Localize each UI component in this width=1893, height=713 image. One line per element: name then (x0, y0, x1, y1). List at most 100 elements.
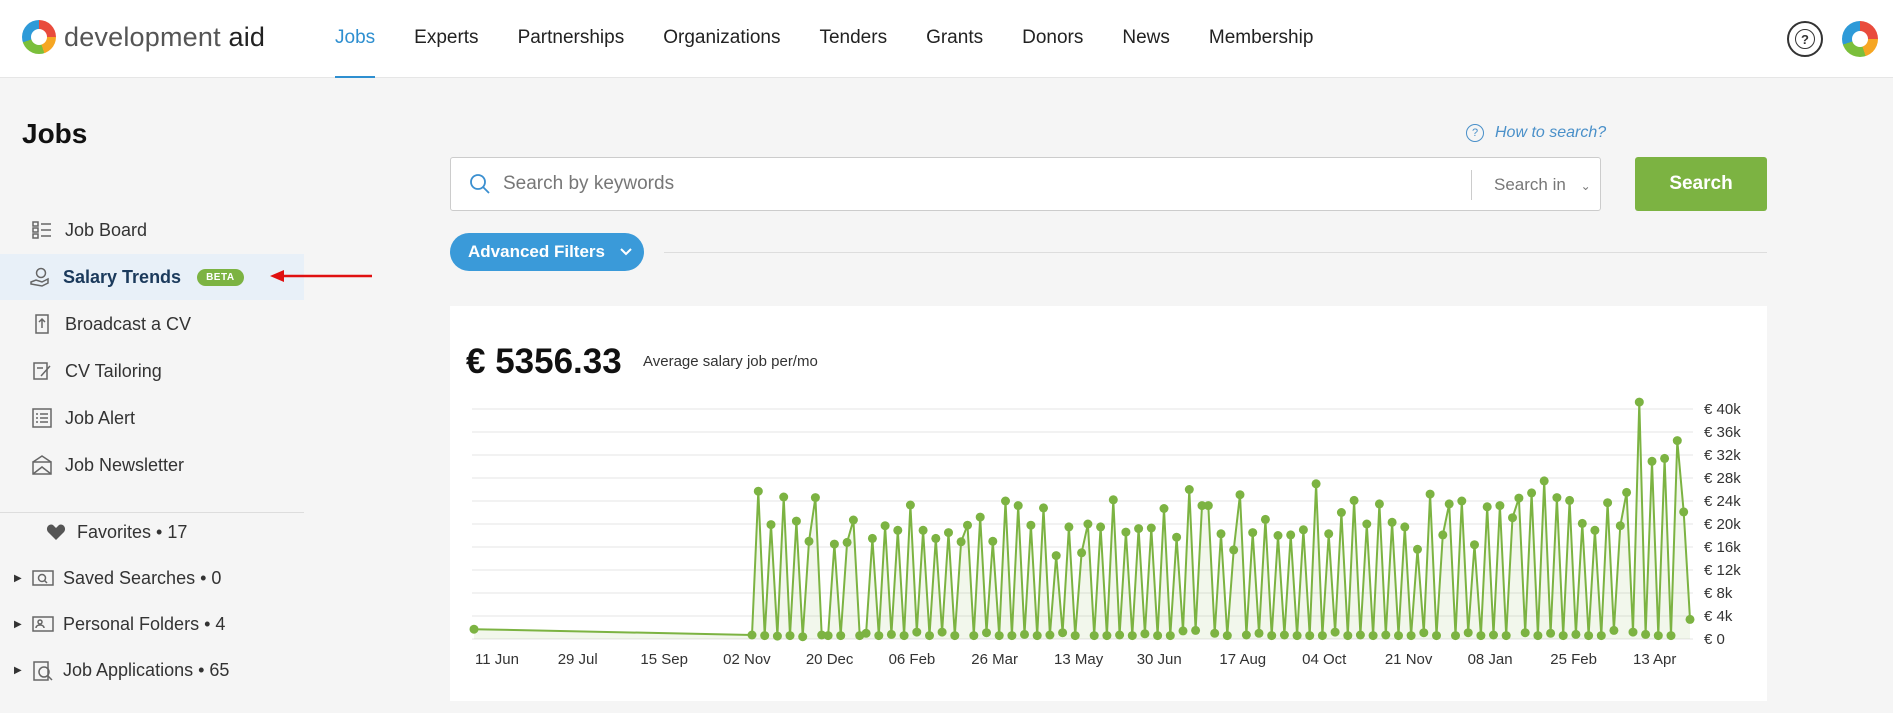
data-point[interactable] (1134, 524, 1144, 534)
data-point[interactable] (1032, 631, 1042, 641)
data-point[interactable] (1419, 628, 1429, 638)
data-point[interactable] (1508, 513, 1517, 523)
data-point[interactable] (1603, 498, 1613, 508)
nav-item-membership[interactable]: Membership (1209, 0, 1314, 78)
data-point[interactable] (1413, 544, 1422, 554)
sidebar-secondary-favorites-•[interactable]: Favorites • 17 (0, 512, 187, 552)
data-point[interactable] (1374, 499, 1384, 509)
data-point[interactable] (1444, 499, 1454, 509)
data-point[interactable] (994, 631, 1004, 641)
data-point[interactable] (1172, 532, 1182, 542)
data-point[interactable] (1121, 527, 1131, 537)
data-point[interactable] (1451, 631, 1460, 641)
data-point[interactable] (1584, 631, 1594, 641)
data-point[interactable] (1470, 540, 1479, 550)
sidebar-item-cv-tailoring[interactable]: CV Tailoring (0, 348, 304, 394)
sidebar-secondary-personal-folders[interactable]: ▶ Personal Folders • 4 (0, 604, 225, 644)
data-point[interactable] (836, 631, 846, 641)
nav-item-tenders[interactable]: Tenders (819, 0, 887, 78)
data-point[interactable] (804, 536, 814, 546)
data-point[interactable] (982, 628, 991, 638)
data-point[interactable] (1089, 631, 1099, 641)
data-point[interactable] (1330, 627, 1340, 637)
data-point[interactable] (1476, 631, 1486, 641)
data-point[interactable] (1146, 523, 1156, 533)
data-point[interactable] (1184, 485, 1194, 494)
nav-item-jobs[interactable]: Jobs (335, 0, 376, 78)
caret-right-icon[interactable]: ▶ (14, 665, 28, 676)
data-point[interactable] (899, 631, 909, 641)
data-point[interactable] (1400, 522, 1410, 532)
data-point[interactable] (1286, 530, 1296, 540)
data-point[interactable] (1546, 628, 1556, 638)
data-point[interactable] (1229, 545, 1239, 555)
data-point[interactable] (1489, 630, 1498, 640)
data-point[interactable] (1178, 626, 1188, 636)
data-point[interactable] (1007, 631, 1017, 641)
data-point[interactable] (1653, 631, 1663, 641)
data-point[interactable] (1520, 628, 1530, 638)
data-point[interactable] (1628, 627, 1638, 637)
data-point[interactable] (1279, 630, 1289, 640)
sidebar-secondary-saved-searches[interactable]: ▶ Saved Searches • 0 (0, 558, 221, 598)
data-point[interactable] (1077, 548, 1087, 558)
data-point[interactable] (1539, 476, 1549, 486)
data-point[interactable] (925, 631, 934, 641)
data-point[interactable] (1165, 631, 1175, 641)
nav-item-partnerships[interactable]: Partnerships (518, 0, 625, 78)
data-point[interactable] (842, 537, 852, 547)
data-point[interactable] (1292, 631, 1302, 641)
brand-logo[interactable]: development aid (22, 20, 265, 54)
data-point[interactable] (1609, 625, 1619, 635)
data-point[interactable] (1210, 628, 1220, 638)
advanced-filters-button[interactable]: Advanced Filters (450, 233, 644, 271)
data-point[interactable] (1039, 503, 1048, 513)
data-point[interactable] (791, 516, 801, 526)
data-point[interactable] (1634, 397, 1644, 407)
nav-item-news[interactable]: News (1122, 0, 1170, 78)
data-point[interactable] (1070, 631, 1080, 641)
data-point[interactable] (760, 631, 770, 641)
data-point[interactable] (1241, 630, 1251, 640)
data-point[interactable] (1273, 531, 1283, 540)
nav-item-grants[interactable]: Grants (926, 0, 983, 78)
data-point[interactable] (1254, 628, 1264, 638)
data-point[interactable] (1317, 631, 1327, 641)
data-point[interactable] (1387, 517, 1397, 527)
data-point[interactable] (1596, 631, 1606, 641)
data-point[interactable] (867, 533, 877, 543)
data-point[interactable] (1324, 529, 1334, 539)
sidebar-item-broadcast-a-cv[interactable]: Broadcast a CV (0, 301, 304, 347)
data-point[interactable] (1013, 501, 1023, 511)
data-point[interactable] (944, 528, 953, 538)
nav-item-donors[interactable]: Donors (1022, 0, 1083, 78)
data-point[interactable] (1577, 518, 1587, 528)
data-point[interactable] (1045, 630, 1055, 640)
data-point[interactable] (1482, 502, 1492, 512)
sidebar-item-salary-trends[interactable]: Salary Trends BETA (0, 254, 304, 300)
data-point[interactable] (1058, 628, 1068, 638)
search-input[interactable] (503, 168, 1403, 200)
data-point[interactable] (1191, 625, 1201, 635)
data-point[interactable] (779, 492, 789, 502)
data-point[interactable] (798, 632, 808, 642)
data-point[interactable] (1406, 631, 1416, 641)
data-point[interactable] (918, 525, 928, 535)
data-point[interactable] (1153, 631, 1163, 641)
data-point[interactable] (893, 525, 903, 535)
data-point[interactable] (1305, 631, 1315, 641)
data-point[interactable] (766, 520, 776, 530)
data-point[interactable] (1438, 530, 1448, 540)
data-point[interactable] (1108, 495, 1118, 505)
data-point[interactable] (1533, 631, 1543, 641)
data-point[interactable] (1615, 521, 1625, 531)
nav-item-organizations[interactable]: Organizations (663, 0, 780, 78)
sidebar-item-job-newsletter[interactable]: Job Newsletter (0, 442, 304, 488)
data-point[interactable] (1432, 631, 1441, 641)
nav-item-experts[interactable]: Experts (414, 0, 478, 78)
data-point[interactable] (988, 536, 998, 546)
sidebar-item-job-alert[interactable]: Job Alert (0, 395, 304, 441)
data-point[interactable] (1622, 487, 1632, 497)
data-point[interactable] (1051, 551, 1061, 561)
data-point[interactable] (1660, 453, 1670, 463)
